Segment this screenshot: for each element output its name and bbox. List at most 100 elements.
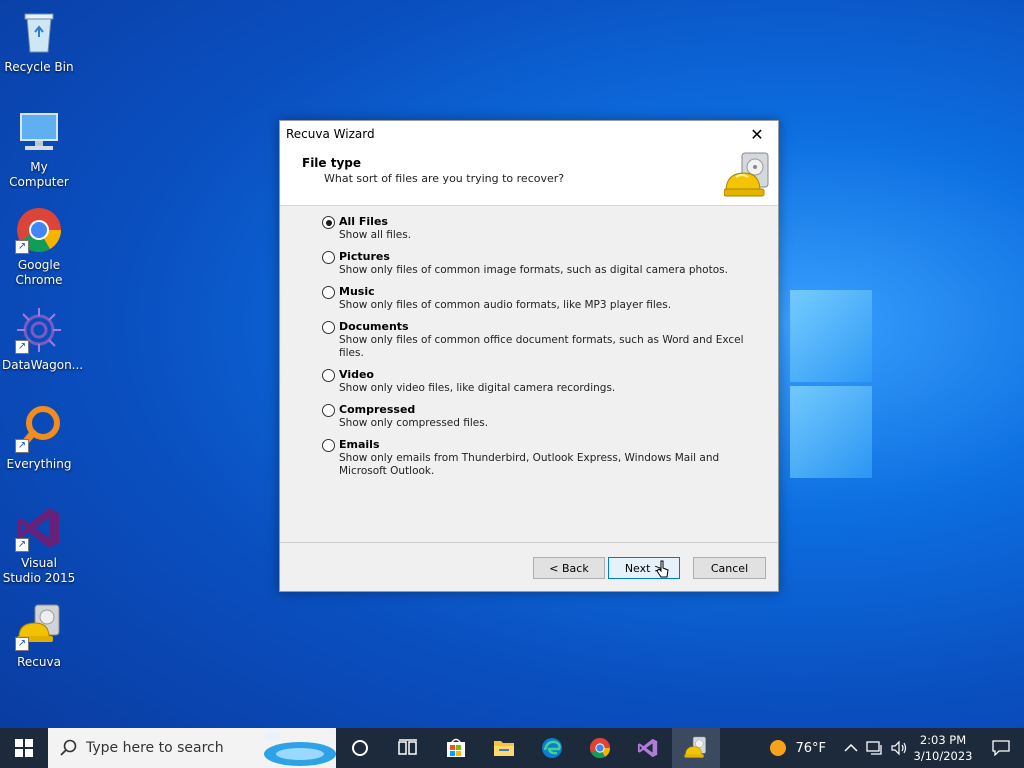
shortcut-arrow-icon: ↗ <box>15 240 29 254</box>
taskbar-recuva[interactable] <box>672 728 720 768</box>
taskbar-edge[interactable] <box>528 728 576 768</box>
radio-button[interactable] <box>322 286 335 299</box>
option-description: Show only compressed files. <box>339 417 489 429</box>
cancel-button[interactable]: Cancel <box>693 557 766 579</box>
taskbar-clock[interactable]: 2:03 PM 3/10/2023 <box>908 732 978 764</box>
radio-button[interactable] <box>322 251 335 264</box>
radio-selected[interactable] <box>322 216 335 229</box>
taskbar-search-box[interactable]: Type here to search <box>48 728 336 768</box>
chevron-up-icon[interactable] <box>844 743 858 753</box>
radio-button[interactable] <box>322 439 335 452</box>
wizard-header: File type What sort of files are you try… <box>280 147 778 206</box>
clock-date: 3/10/2023 <box>913 749 973 763</box>
step-subtitle: What sort of files are you trying to rec… <box>324 172 565 185</box>
option-documents[interactable]: Documents Show only files of common offi… <box>322 320 752 360</box>
visual-studio-icon: ↗ <box>15 504 63 552</box>
desktop-icon-label: Visual Studio 2015 <box>2 556 76 585</box>
option-emails[interactable]: Emails Show only emails from Thunderbird… <box>322 438 752 478</box>
option-compressed[interactable]: Compressed Show only compressed files. <box>322 403 752 430</box>
desktop-icon-recuva[interactable]: ↗ Recuva <box>2 603 76 670</box>
taskbar-file-explorer[interactable] <box>480 728 528 768</box>
recuva-logo-icon <box>723 151 772 201</box>
taskbar: Type here to search 76°F 2:03 PM 3/10/20… <box>0 728 1024 768</box>
radio-button[interactable] <box>322 321 335 334</box>
radio-button[interactable] <box>322 369 335 382</box>
network-icon[interactable] <box>866 740 884 756</box>
option-description: Show only video files, like digital came… <box>339 382 616 394</box>
edge-icon <box>542 738 562 758</box>
recuva-icon <box>684 736 706 758</box>
desktop-icon-label: Everything <box>6 457 72 471</box>
option-description: Show only emails from Thunderbird, Outlo… <box>339 452 720 477</box>
taskbar-store[interactable] <box>432 728 480 768</box>
cortana-icon <box>352 740 368 756</box>
datawagon-icon: ↗ <box>15 306 63 354</box>
option-pictures[interactable]: Pictures Show only files of common image… <box>322 250 752 277</box>
file-type-options: All Files Show all files. Pictures Show … <box>322 215 752 486</box>
radio-button[interactable] <box>322 404 335 417</box>
search-highlight-illustration <box>264 732 336 766</box>
option-label: Compressed <box>339 403 416 416</box>
task-view-icon <box>398 739 417 755</box>
close-icon[interactable]: ✕ <box>742 122 772 146</box>
option-label: Pictures <box>339 250 390 263</box>
shortcut-arrow-icon: ↗ <box>15 637 29 651</box>
chrome-icon: ↗ <box>15 206 63 254</box>
recuva-wizard-dialog: Recuva Wizard ✕ File type What sort of f… <box>279 120 779 592</box>
desktop-icon-datawagon[interactable]: ↗ DataWagon... <box>2 306 84 373</box>
action-center-button[interactable] <box>978 728 1024 768</box>
desktop-icon-visual-studio[interactable]: ↗ Visual Studio 2015 <box>2 504 76 586</box>
desktop-icon-everything[interactable]: ↗ Everything <box>2 405 76 472</box>
desktop-icon-label: Google Chrome <box>15 258 63 287</box>
chrome-icon <box>589 737 611 759</box>
footer-divider <box>280 542 778 543</box>
volume-icon[interactable] <box>890 740 908 756</box>
microsoft-store-icon <box>447 738 465 757</box>
start-button[interactable] <box>0 728 48 768</box>
option-label: Documents <box>339 320 409 333</box>
recuva-icon: ↗ <box>15 603 63 651</box>
task-view-button[interactable] <box>384 728 432 768</box>
option-label: Music <box>339 285 375 298</box>
search-icon <box>60 739 77 756</box>
option-all-files[interactable]: All Files Show all files. <box>322 215 752 242</box>
recycle-bin-icon <box>15 8 63 56</box>
desktop-icon-my-computer[interactable]: My Computer <box>2 108 76 190</box>
option-description: Show only files of common office documen… <box>339 334 744 359</box>
option-label: Emails <box>339 438 380 451</box>
step-title: File type <box>302 156 362 170</box>
option-description: Show all files. <box>339 229 412 241</box>
everything-search-icon: ↗ <box>15 405 63 453</box>
dialog-title: Recuva Wizard <box>286 127 375 141</box>
desktop-icon-label: Recuva <box>17 655 61 669</box>
taskbar-visual-studio[interactable] <box>624 728 672 768</box>
dialog-titlebar: Recuva Wizard ✕ <box>280 121 778 147</box>
desktop-icon-label: DataWagon... <box>2 358 84 372</box>
shortcut-arrow-icon: ↗ <box>15 439 29 453</box>
mouse-cursor-icon <box>656 560 669 578</box>
weather-temperature[interactable]: 76°F <box>795 741 826 756</box>
option-label: Video <box>339 368 374 381</box>
search-placeholder: Type here to search <box>86 740 224 756</box>
desktop-icon-recycle-bin[interactable]: Recycle Bin <box>2 8 76 75</box>
visual-studio-icon <box>637 738 658 758</box>
notification-icon <box>992 740 1010 756</box>
option-music[interactable]: Music Show only files of common audio fo… <box>322 285 752 312</box>
option-label: All Files <box>339 215 388 228</box>
desktop-icon-label: My Computer <box>9 160 69 189</box>
desktop-icon-google-chrome[interactable]: ↗ Google Chrome <box>2 206 76 288</box>
system-tray: 76°F 2:03 PM 3/10/2023 <box>769 728 1024 768</box>
shortcut-arrow-icon: ↗ <box>15 340 29 354</box>
weather-sun-icon[interactable] <box>769 739 787 757</box>
cortana-button[interactable] <box>336 728 384 768</box>
option-video[interactable]: Video Show only video files, like digita… <box>322 368 752 395</box>
shortcut-arrow-icon: ↗ <box>15 538 29 552</box>
desktop-icon-label: Recycle Bin <box>4 60 74 74</box>
windows-start-icon <box>15 739 33 757</box>
back-button[interactable]: < Back <box>533 557 605 579</box>
taskbar-chrome[interactable] <box>576 728 624 768</box>
option-description: Show only files of common image formats,… <box>339 264 728 276</box>
computer-icon <box>15 108 63 156</box>
folder-icon <box>494 741 514 756</box>
clock-time: 2:03 PM <box>919 733 967 747</box>
